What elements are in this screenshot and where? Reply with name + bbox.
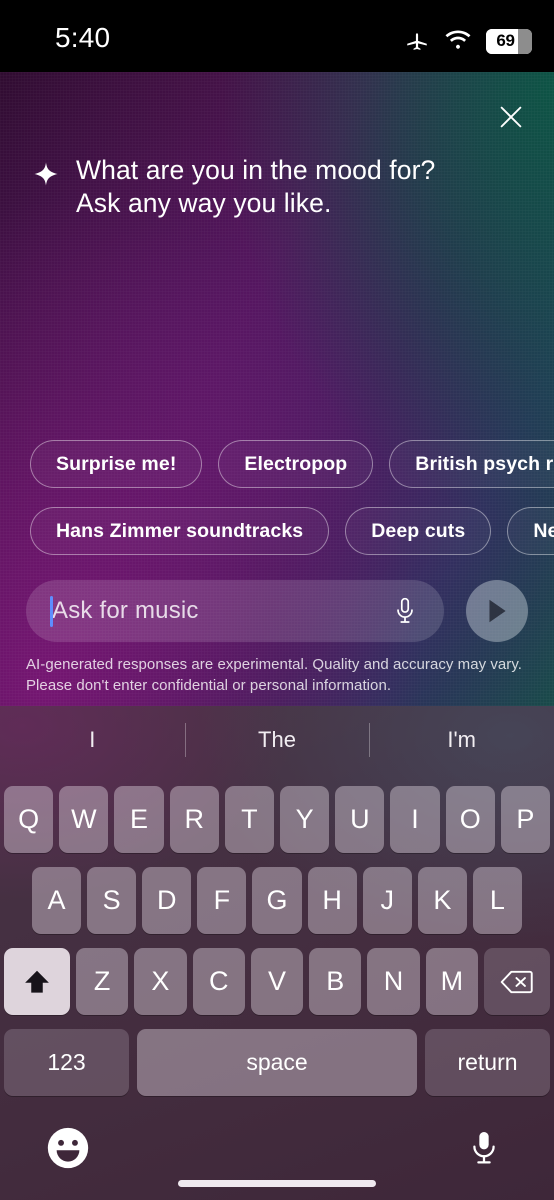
return-key[interactable]: return — [425, 1029, 550, 1096]
status-bar-icons: 69 — [404, 28, 532, 54]
key-v[interactable]: V — [250, 948, 304, 1015]
key-f[interactable]: F — [197, 867, 247, 934]
onscreen-keyboard: I The I'm Q W E R T Y U I O P A S D F G … — [0, 706, 554, 1200]
key-s[interactable]: S — [87, 867, 137, 934]
backspace-key[interactable] — [483, 948, 550, 1015]
key-a[interactable]: A — [32, 867, 82, 934]
keyboard-bottom-bar — [0, 1108, 554, 1200]
phone-screen: 5:40 69 What are you in the mood for? As… — [0, 0, 554, 1200]
key-m[interactable]: M — [425, 948, 478, 1015]
key-y[interactable]: Y — [280, 786, 330, 853]
key-o[interactable]: O — [445, 786, 495, 853]
microphone-icon[interactable] — [392, 596, 418, 626]
keyboard-row-3: Z X C V B N M — [0, 948, 554, 1015]
key-i[interactable]: I — [390, 786, 440, 853]
prediction-1[interactable]: I — [0, 727, 185, 753]
battery-percent-label: 69 — [496, 31, 515, 50]
prediction-3[interactable]: I'm — [369, 727, 554, 753]
text-cursor — [50, 596, 53, 627]
shift-arrow-icon — [25, 970, 49, 993]
play-icon — [489, 599, 506, 623]
assistant-headline-row: What are you in the mood for? Ask any wa… — [34, 154, 514, 220]
wifi-icon — [445, 30, 471, 49]
chip-british-psych-rock[interactable]: British psych rock — [389, 440, 554, 488]
key-z[interactable]: Z — [76, 948, 129, 1015]
numeric-key[interactable]: 123 — [4, 1029, 129, 1096]
ask-bar: Ask for music — [0, 580, 554, 642]
key-x[interactable]: X — [134, 948, 187, 1015]
microphone-icon — [473, 1132, 495, 1164]
chip-surprise-me[interactable]: Surprise me! — [30, 440, 203, 488]
key-h[interactable]: H — [307, 867, 357, 934]
key-r[interactable]: R — [169, 786, 219, 853]
key-l[interactable]: L — [472, 867, 522, 934]
key-w[interactable]: W — [59, 786, 109, 853]
dictation-key[interactable] — [462, 1124, 506, 1172]
key-c[interactable]: C — [192, 948, 245, 1015]
backspace-icon — [500, 970, 533, 993]
key-j[interactable]: J — [362, 867, 412, 934]
key-b[interactable]: B — [309, 948, 362, 1015]
keyboard-row-1: Q W E R T Y U I O P — [0, 786, 554, 853]
emoji-smiley-icon — [47, 1127, 89, 1169]
prediction-strip: I The I'm — [0, 706, 554, 774]
key-u[interactable]: U — [335, 786, 385, 853]
prediction-2[interactable]: The — [185, 727, 370, 753]
key-d[interactable]: D — [142, 867, 192, 934]
key-q[interactable]: Q — [4, 786, 54, 853]
ask-for-music-input[interactable]: Ask for music — [26, 580, 444, 642]
home-indicator — [178, 1180, 376, 1187]
assistant-panel: What are you in the mood for? Ask any wa… — [0, 72, 554, 706]
battery-icon: 69 — [486, 28, 532, 54]
status-bar: 5:40 69 — [0, 0, 554, 72]
chip-new-releases[interactable]: New releases — [507, 507, 554, 555]
chip-hans-zimmer-soundtracks[interactable]: Hans Zimmer soundtracks — [30, 507, 330, 555]
suggestion-chip-row-2: Hans Zimmer soundtracks Deep cuts New re… — [0, 507, 554, 555]
close-button[interactable] — [488, 94, 534, 140]
close-icon — [500, 106, 522, 128]
key-n[interactable]: N — [367, 948, 420, 1015]
keyboard-row-4: 123 space return — [0, 1029, 554, 1096]
status-bar-clock: 5:40 — [55, 22, 111, 53]
emoji-key[interactable] — [46, 1126, 90, 1170]
key-k[interactable]: K — [417, 867, 467, 934]
airplane-mode-icon — [407, 33, 427, 50]
chip-electropop[interactable]: Electropop — [218, 440, 374, 488]
assistant-headline: What are you in the mood for? Ask any wa… — [76, 154, 435, 220]
key-g[interactable]: G — [252, 867, 302, 934]
headline-line-2: Ask any way you like. — [76, 188, 332, 218]
send-button[interactable] — [466, 580, 528, 642]
space-key[interactable]: space — [137, 1029, 417, 1096]
ask-input-placeholder: Ask for music — [52, 597, 199, 624]
sparkle-icon — [34, 162, 58, 186]
key-t[interactable]: T — [224, 786, 275, 853]
ai-disclaimer: AI-generated responses are experimental.… — [26, 656, 523, 694]
key-e[interactable]: E — [114, 786, 164, 853]
keyboard-row-2: A S D F G H J K L — [0, 867, 554, 934]
shift-key[interactable] — [4, 948, 70, 1015]
suggestion-chip-row-1: Surprise me! Electropop British psych ro… — [0, 440, 554, 488]
chip-deep-cuts[interactable]: Deep cuts — [345, 507, 492, 555]
key-p[interactable]: P — [500, 786, 551, 853]
headline-line-1: What are you in the mood for? — [76, 155, 436, 185]
battery-empty — [518, 28, 532, 54]
